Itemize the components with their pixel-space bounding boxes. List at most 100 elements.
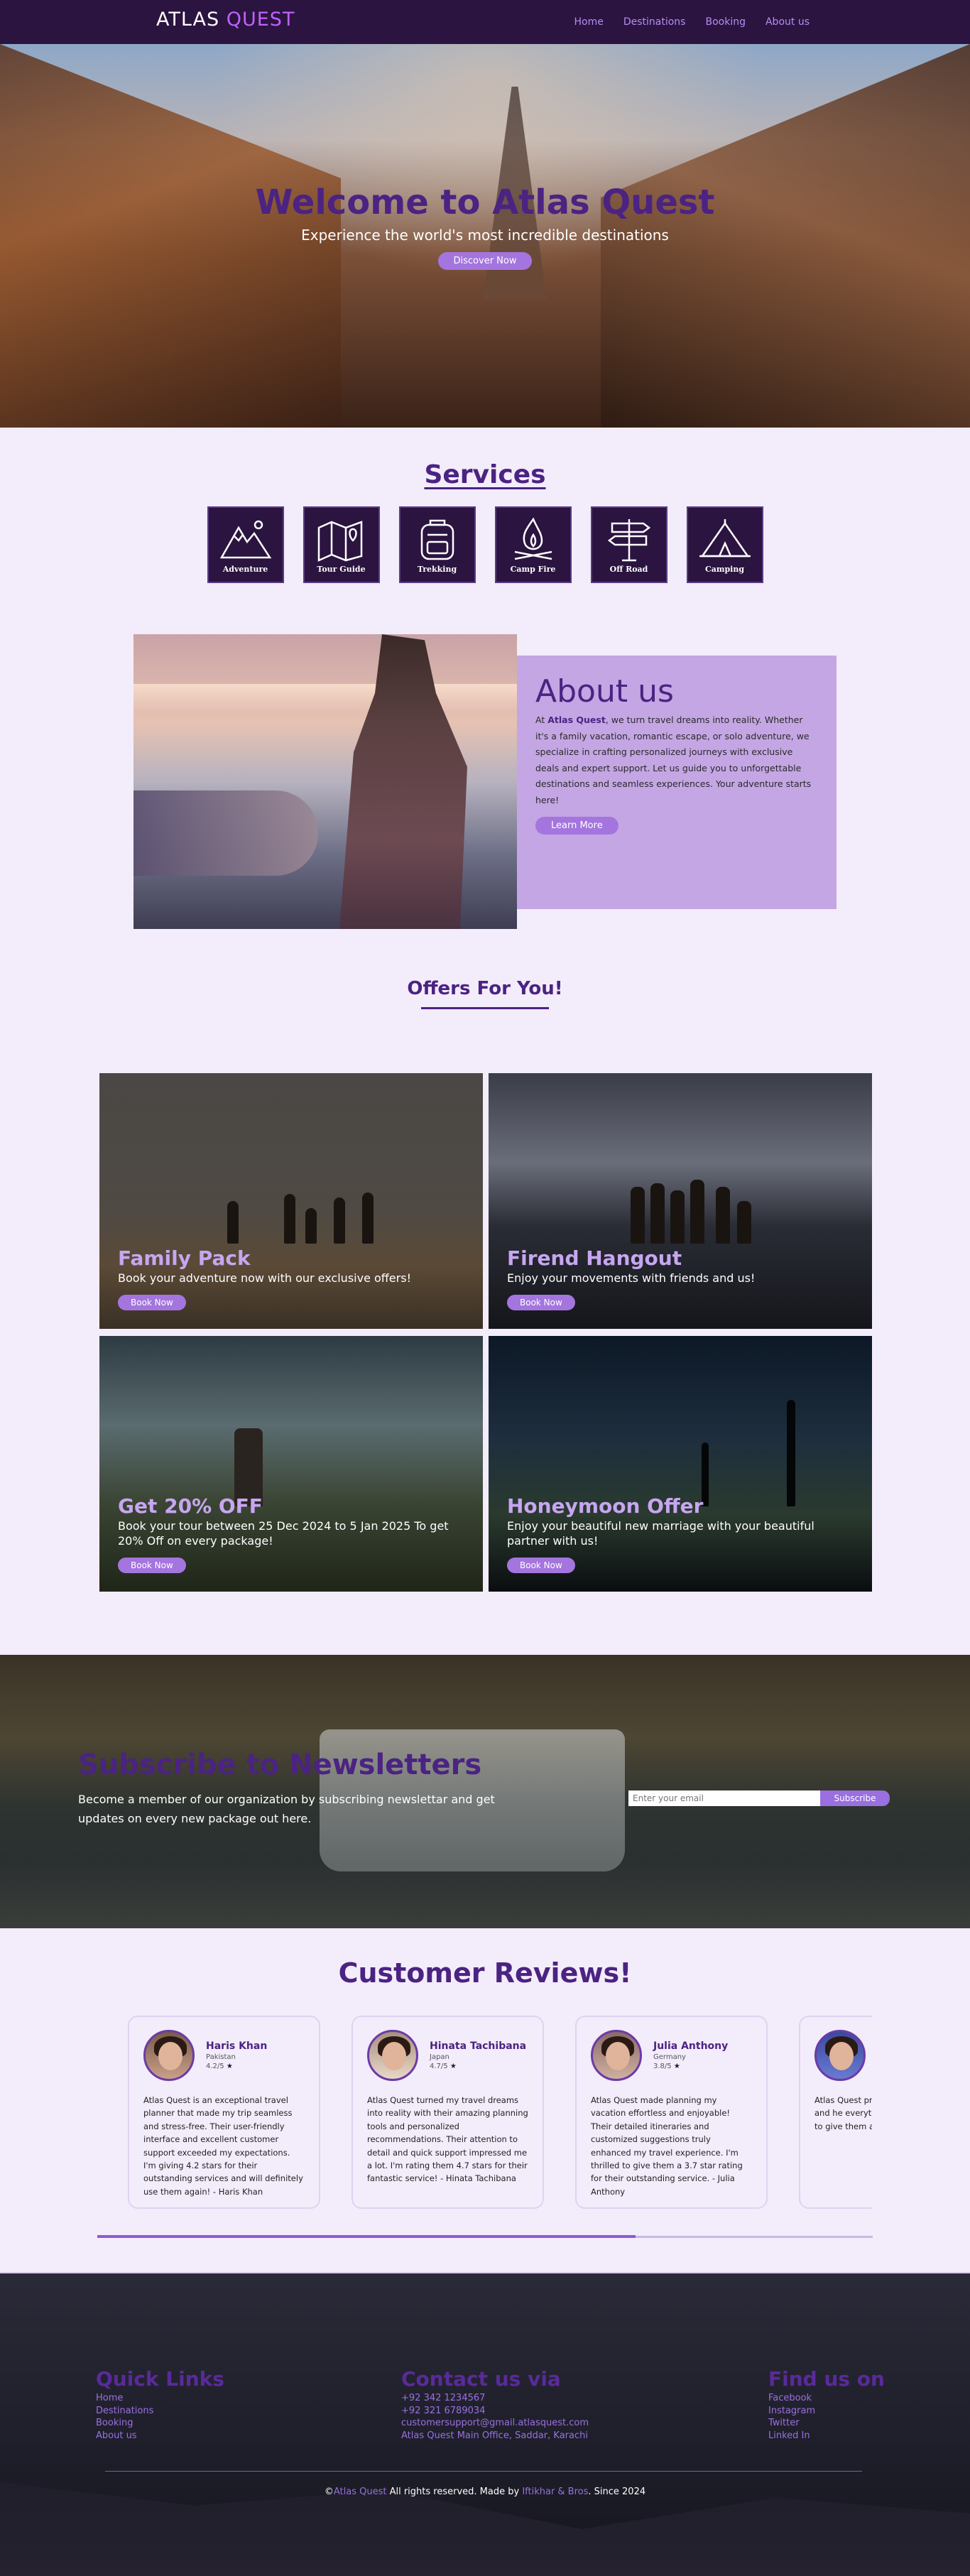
service-label: Camp Fire	[510, 564, 556, 574]
service-label: Camping	[704, 564, 745, 574]
footer-contact: Contact us via +92 342 1234567 +92 321 6…	[401, 2369, 589, 2442]
about-section: About us At Atlas Quest, we turn travel …	[517, 656, 837, 909]
footer-quick-links: Quick Links Home Destinations Booking Ab…	[96, 2369, 224, 2442]
offer-card-discount: Get 20% OFF Book your tour between 25 De…	[99, 1336, 483, 1592]
contact-address[interactable]: Atlas Quest Main Office, Saddar, Karachi	[401, 2430, 589, 2442]
service-card-off-road[interactable]: Off Road	[590, 506, 667, 583]
offer-content: Honeymoon Offer Enjoy your beautiful new…	[507, 1494, 854, 1573]
service-card-tour-guide[interactable]: Tour Guide	[303, 506, 380, 583]
star-icon: ★	[449, 2063, 457, 2070]
social-link-linkedin[interactable]: Linked In	[768, 2430, 885, 2442]
nav-links: Home Destinations Booking About us	[574, 16, 810, 28]
book-now-button[interactable]: Book Now	[507, 1558, 575, 1573]
contact-phone-1[interactable]: +92 342 1234567	[401, 2392, 589, 2405]
footer-socials: Find us on Facebook Instagram Twitter Li…	[768, 2369, 885, 2442]
review-header: Julia Anthony Germany 3.8/5 ★	[591, 2030, 752, 2081]
social-link-instagram[interactable]: Instagram	[768, 2405, 885, 2418]
offer-title: Get 20% OFF	[118, 1494, 263, 1518]
rating-value: 3.8/5	[653, 2063, 672, 2070]
carousel-scrollbar-thumb[interactable]	[97, 2235, 636, 2238]
review-text: Atlas Quest is an exceptional travel pla…	[143, 2095, 303, 2197]
book-now-button[interactable]: Book Now	[118, 1558, 186, 1573]
reviews-carousel[interactable]: Haris Khan Pakistan 4.2/5 ★ Atlas Quest …	[128, 2016, 872, 2211]
hero-section: Welcome to Atlas Quest Experience the wo…	[0, 44, 970, 428]
offer-title: Family Pack	[118, 1246, 251, 1271]
offer-image-people	[489, 1180, 872, 1244]
review-header	[814, 2030, 872, 2081]
offer-description: Enjoy your beautiful new marriage with y…	[507, 1519, 814, 1548]
service-card-camping[interactable]: Camping	[686, 506, 763, 583]
subscribe-button[interactable]: Subscribe	[820, 1790, 890, 1806]
review-header: Haris Khan Pakistan 4.2/5 ★	[143, 2030, 305, 2081]
offer-content: Family Pack Book your adventure now with…	[118, 1246, 464, 1310]
offer-title: Firend Hangout	[507, 1246, 682, 1271]
backpack-icon	[420, 519, 454, 560]
footer-link-destinations[interactable]: Destinations	[96, 2405, 224, 2418]
copyright-maker: Iftikhar & Bros	[522, 2487, 589, 2497]
contact-title: Contact us via	[401, 2367, 561, 2391]
hero-content: Welcome to Atlas Quest Experience the wo…	[0, 183, 970, 270]
quick-links-title: Quick Links	[96, 2367, 224, 2391]
offer-card-honeymoon: Honeymoon Offer Enjoy your beautiful new…	[489, 1336, 872, 1592]
offer-image-people	[99, 1180, 483, 1244]
reviewer-name: Hinata Tachibana	[430, 2040, 527, 2052]
service-label: Tour Guide	[317, 564, 366, 574]
about-text: At Atlas Quest, we turn travel dreams in…	[535, 712, 818, 808]
about-image-person	[339, 634, 467, 929]
review-card: Haris Khan Pakistan 4.2/5 ★ Atlas Quest …	[128, 2016, 320, 2209]
footer-link-home[interactable]: Home	[96, 2392, 224, 2405]
reviews-title: Customer Reviews!	[338, 1957, 632, 1989]
nav-link-about[interactable]: About us	[765, 16, 810, 28]
hero-subtitle: Experience the world's most incredible d…	[301, 227, 669, 244]
footer-background	[0, 2482, 970, 2576]
service-card-adventure[interactable]: Adventure	[207, 506, 284, 583]
star-icon: ★	[673, 2063, 680, 2070]
learn-more-button[interactable]: Learn More	[535, 817, 618, 835]
copyright-symbol: ©	[324, 2487, 334, 2497]
offer-description: Book your adventure now with our exclusi…	[118, 1271, 411, 1286]
review-rating: 4.2/5 ★	[206, 2063, 267, 2070]
social-link-twitter[interactable]: Twitter	[768, 2417, 885, 2430]
copyright: ©Atlas Quest All rights reserved. Made b…	[0, 2487, 970, 2497]
service-card-camp-fire[interactable]: Camp Fire	[494, 506, 572, 583]
campfire-icon	[514, 516, 552, 560]
reviewer-country: Pakistan	[206, 2053, 236, 2061]
hero-title: Welcome to Atlas Quest	[255, 183, 715, 222]
services-grid: Adventure Tour Guide Trekking Camp Fire	[0, 506, 970, 583]
contact-phone-2[interactable]: +92 321 6789034	[401, 2405, 589, 2418]
review-rating: 4.7/5 ★	[430, 2063, 526, 2070]
offers-title-underline	[421, 1007, 549, 1009]
site-logo[interactable]: ATLAS QUEST	[156, 9, 295, 31]
email-input[interactable]	[628, 1790, 820, 1806]
review-rating: 3.8/5 ★	[653, 2063, 728, 2070]
offer-title: Honeymoon Offer	[507, 1494, 704, 1518]
service-card-trekking[interactable]: Trekking	[398, 506, 476, 583]
offers-title: Offers For You!	[407, 978, 563, 999]
footer-link-booking[interactable]: Booking	[96, 2417, 224, 2430]
nav-link-home[interactable]: Home	[574, 16, 604, 28]
about-text-prefix: At	[535, 714, 548, 726]
book-now-button[interactable]: Book Now	[507, 1295, 575, 1310]
service-label: Trekking	[417, 564, 457, 574]
about-image	[133, 634, 517, 929]
services-title: Services	[424, 460, 546, 489]
copyright-brand: Atlas Quest	[333, 2487, 387, 2497]
footer: Quick Links Home Destinations Booking Ab…	[0, 2272, 970, 2576]
rating-value: 4.7/5	[430, 2063, 448, 2070]
social-link-facebook[interactable]: Facebook	[768, 2392, 885, 2405]
newsletter-section: Subscribe to Newsletters Become a member…	[0, 1655, 970, 1928]
nav-link-booking[interactable]: Booking	[705, 16, 746, 28]
navbar: ATLAS QUEST Home Destinations Booking Ab…	[0, 0, 970, 44]
contact-email[interactable]: customersupport@gmail.atlasquest.com	[401, 2417, 589, 2430]
map-icon	[317, 520, 362, 562]
discover-now-button[interactable]: Discover Now	[437, 252, 533, 270]
offer-content: Firend Hangout Enjoy your movements with…	[507, 1246, 854, 1310]
copyright-end: . Since 2024	[588, 2487, 646, 2497]
book-now-button[interactable]: Book Now	[118, 1295, 186, 1310]
review-card: Hinata Tachibana Japan 4.7/5 ★ Atlas Que…	[352, 2016, 544, 2209]
footer-link-about[interactable]: About us	[96, 2430, 224, 2442]
offer-content: Get 20% OFF Book your tour between 25 De…	[118, 1494, 464, 1573]
review-text: Atlas Quest pro planning exper options a…	[814, 2095, 872, 2131]
nav-link-destinations[interactable]: Destinations	[623, 16, 686, 28]
offer-card-friend-hangout: Firend Hangout Enjoy your movements with…	[489, 1073, 872, 1329]
